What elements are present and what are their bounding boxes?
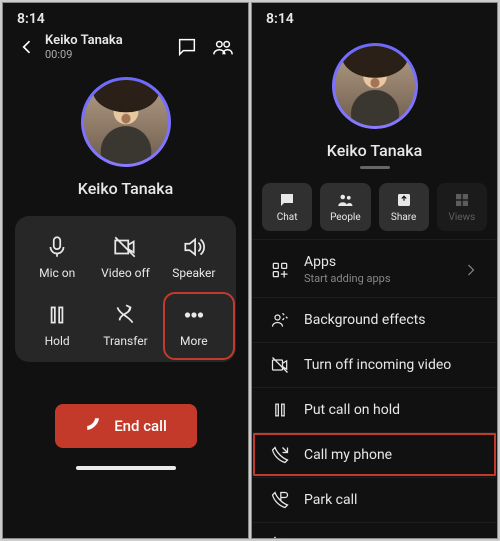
video-button[interactable]: Video off — [91, 230, 159, 284]
status-time: 8:14 — [17, 11, 45, 27]
transfer-button[interactable]: Transfer — [91, 298, 159, 352]
more-menu-list: Apps Start adding apps Background effect… — [252, 239, 497, 538]
people-icon — [336, 191, 354, 209]
call-header: Keiko Tanaka 00:09 — [3, 29, 248, 67]
background-effects-icon — [270, 310, 290, 330]
menu-background-effects[interactable]: Background effects — [252, 297, 497, 342]
hold-label: Hold — [45, 334, 70, 348]
video-off-icon — [112, 234, 138, 260]
menu-hold-label: Put call on hold — [304, 402, 400, 418]
more-button[interactable]: More — [160, 298, 228, 352]
home-indicator[interactable] — [76, 466, 176, 470]
video-label: Video off — [101, 266, 150, 280]
menu-bg-label: Background effects — [304, 312, 425, 328]
menu-offvideo-label: Turn off incoming video — [304, 357, 451, 373]
status-time: 8:14 — [266, 11, 294, 27]
screen-call-controls: 8:14 Keiko Tanaka 00:09 Keiko T — [2, 2, 249, 539]
menu-apps[interactable]: Apps Start adding apps — [252, 239, 497, 297]
avatar-ring — [332, 43, 418, 129]
share-action[interactable]: Share — [379, 183, 429, 231]
call-my-phone-icon — [270, 445, 290, 465]
transfer-icon — [112, 302, 138, 328]
more-label: More — [180, 334, 208, 348]
top-action-row: Chat People Share Views — [262, 183, 487, 231]
caller-avatar — [84, 80, 168, 164]
apps-icon — [270, 260, 290, 280]
menu-transfer[interactable]: Transfer — [252, 522, 497, 538]
chat-header-icon[interactable] — [176, 36, 198, 58]
views-action-label: Views — [448, 212, 475, 223]
transfer-label: Transfer — [103, 334, 147, 348]
chevron-right-icon — [461, 260, 481, 280]
speaker-label: Speaker — [172, 266, 215, 280]
caller-name: Keiko Tanaka — [327, 141, 422, 160]
menu-park-call[interactable]: Park call — [252, 477, 497, 522]
call-controls-panel: Mic on Video off Speaker Hold Transfer M… — [15, 216, 236, 362]
park-call-icon — [270, 490, 290, 510]
speaker-icon — [181, 234, 207, 260]
back-chevron-icon[interactable] — [17, 37, 37, 57]
caller-avatar-section: Keiko Tanaka — [3, 77, 248, 198]
menu-apps-sub: Start adding apps — [304, 272, 391, 285]
hold-button[interactable]: Hold — [23, 298, 91, 352]
chat-action-label: Chat — [277, 212, 298, 223]
header-caller-name: Keiko Tanaka — [45, 33, 123, 48]
share-action-label: Share — [391, 212, 416, 223]
menu-call-my-phone[interactable]: Call my phone — [252, 432, 497, 477]
end-call-label: End call — [114, 417, 167, 435]
chat-action[interactable]: Chat — [262, 183, 312, 231]
caller-avatar — [335, 46, 415, 126]
screen-more-menu: 8:14 Keiko Tanaka Chat People Sha — [251, 2, 498, 539]
sheet-grab-handle[interactable] — [360, 166, 390, 169]
more-icon — [181, 302, 207, 328]
hold-icon — [270, 400, 290, 420]
menu-park-label: Park call — [304, 492, 357, 508]
menu-turn-off-incoming-video[interactable]: Turn off incoming video — [252, 342, 497, 387]
chat-icon — [278, 191, 296, 209]
people-action-label: People — [330, 212, 361, 223]
caller-name: Keiko Tanaka — [78, 179, 173, 198]
menu-put-call-on-hold[interactable]: Put call on hold — [252, 387, 497, 432]
caller-avatar-section: Keiko Tanaka — [252, 39, 497, 160]
people-header-icon[interactable] — [212, 36, 234, 58]
end-call-icon — [84, 415, 106, 437]
avatar-ring — [81, 77, 171, 167]
status-bar: 8:14 — [252, 3, 497, 29]
share-icon — [395, 191, 413, 209]
people-action[interactable]: People — [320, 183, 370, 231]
speaker-button[interactable]: Speaker — [160, 230, 228, 284]
mic-button[interactable]: Mic on — [23, 230, 91, 284]
end-call-button[interactable]: End call — [55, 404, 197, 448]
menu-apps-label: Apps — [304, 254, 336, 270]
hold-icon — [44, 302, 70, 328]
menu-callmyphone-label: Call my phone — [304, 447, 392, 463]
status-bar: 8:14 — [3, 3, 248, 29]
header-call-duration: 00:09 — [45, 48, 123, 61]
mic-icon — [44, 234, 70, 260]
mic-label: Mic on — [39, 266, 75, 280]
menu-transfer-label: Transfer — [304, 537, 356, 538]
incoming-video-off-icon — [270, 355, 290, 375]
views-icon — [453, 191, 471, 209]
views-action[interactable]: Views — [437, 183, 487, 231]
transfer-icon — [270, 535, 290, 538]
